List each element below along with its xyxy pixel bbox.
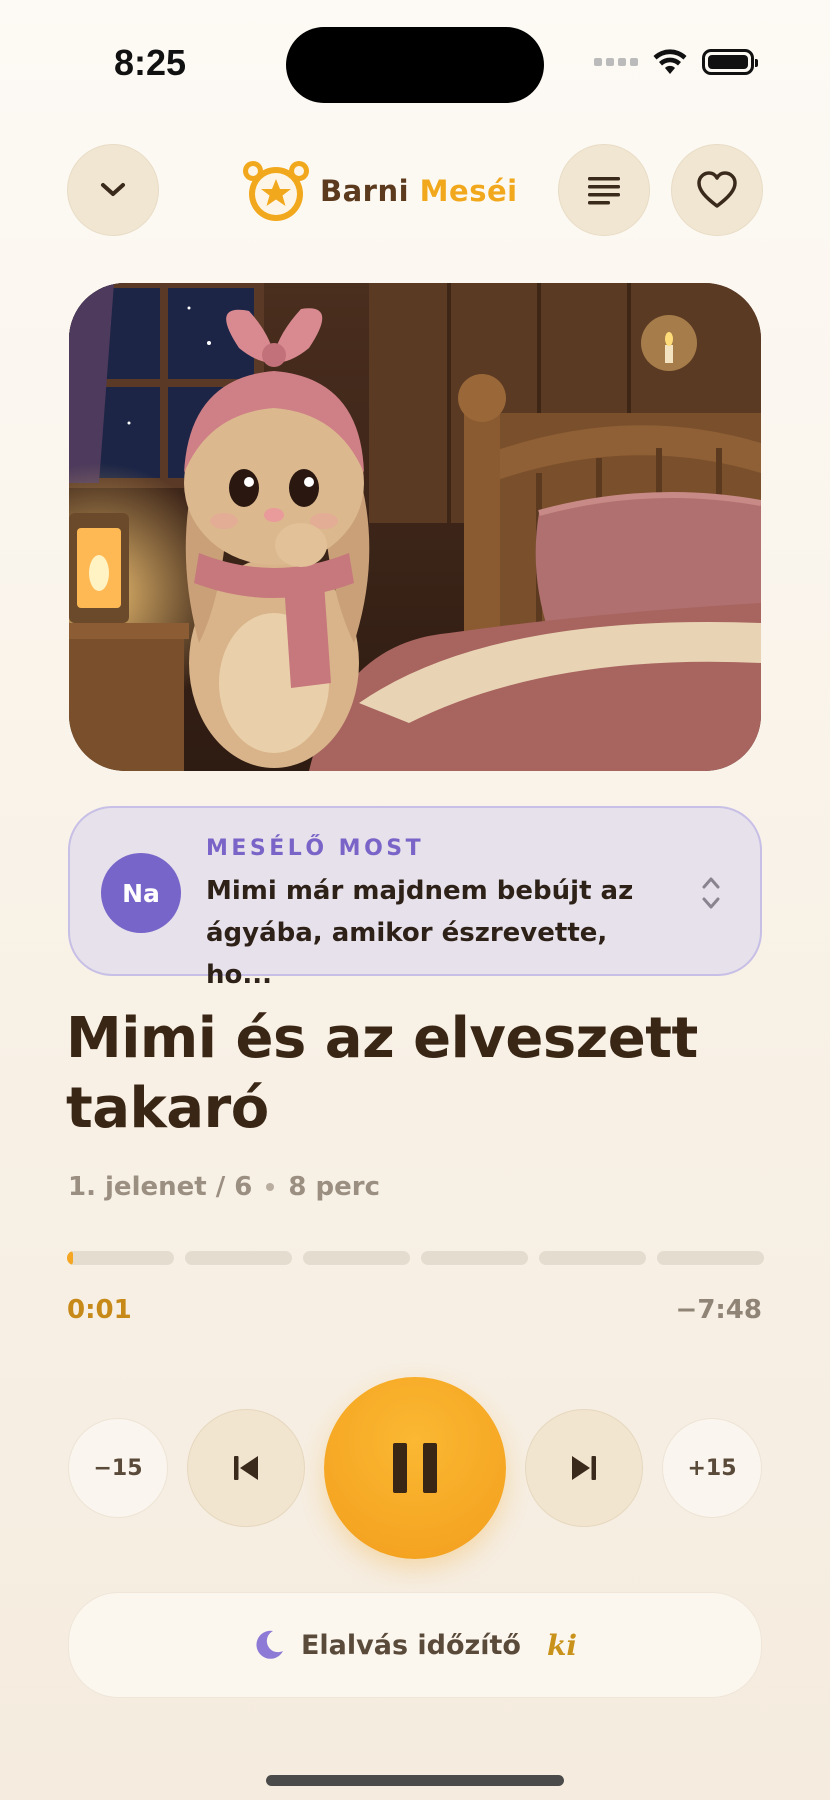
scene-progress-bar[interactable] [67,1251,764,1265]
sleep-timer-button[interactable]: Elalvás időzítő ki [68,1592,762,1698]
story-cover-image [69,283,761,771]
dynamic-island [286,27,544,103]
favorite-button[interactable] [671,144,763,236]
list-icon [588,177,620,205]
story-meta: 1. jelenet / 6 8 perc [68,1172,380,1202]
status-time: 8:25 [114,42,187,83]
logo-text-barni: Barni [320,174,410,208]
meta-separator [266,1183,275,1191]
scene-counter: 1. jelenet / 6 [68,1172,253,1202]
remaining-time: −7:48 [675,1295,762,1325]
progress-segment[interactable] [421,1251,528,1265]
skip-next-icon [572,1456,596,1480]
previous-scene-button[interactable] [187,1409,305,1527]
pause-icon [393,1443,437,1493]
sleep-timer-label: Elalvás időzítő [300,1629,521,1661]
rewind-15-button[interactable]: −15 [68,1418,168,1518]
expand-collapse-icon[interactable] [700,873,722,913]
story-title: Mimi és az elveszett takaró [66,1006,698,1141]
wifi-icon [653,49,687,74]
signal-icon [594,58,638,66]
elapsed-time: 0:01 [67,1295,132,1325]
bear-star-icon [243,161,309,221]
logo-text-mesei: Meséi [419,174,518,208]
pause-button[interactable] [324,1377,506,1559]
chapters-button[interactable] [558,144,650,236]
narrator-avatar: Na [101,853,181,933]
moon-icon [256,1630,283,1659]
narrator-label: MESÉLŐ MOST [206,836,425,861]
next-scene-button[interactable] [525,1409,643,1527]
progress-segment[interactable] [67,1251,174,1265]
app-logo: Barni Meséi [240,158,518,224]
progress-segment[interactable] [303,1251,410,1265]
chevron-down-icon [101,183,125,196]
progress-segment-fill [67,1251,74,1265]
narrator-card[interactable]: Na MESÉLŐ MOST Mimi már majdnem bebújt a… [68,806,762,990]
battery-icon [702,49,758,75]
home-indicator [266,1775,564,1786]
story-duration: 8 perc [288,1172,380,1202]
forward-15-button[interactable]: +15 [662,1418,762,1518]
progress-segment[interactable] [657,1251,764,1265]
collapse-button[interactable] [67,144,159,236]
narrator-text: Mimi már majdnem bebújt az ágyába, amiko… [206,876,634,990]
heart-icon [697,171,737,208]
progress-segment[interactable] [185,1251,292,1265]
progress-segment[interactable] [539,1251,646,1265]
status-icons [594,48,758,76]
skip-previous-icon [234,1456,258,1480]
sleep-timer-value: ki [546,1628,578,1662]
